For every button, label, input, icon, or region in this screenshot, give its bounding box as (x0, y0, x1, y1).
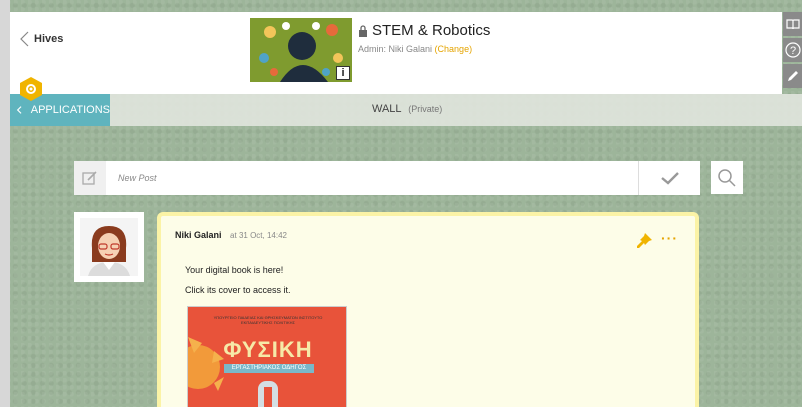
compose-icon (82, 171, 97, 185)
hive-title-text: STEM & Robotics (372, 22, 491, 39)
wall-label-text: WALL (372, 103, 402, 115)
post-author-name[interactable]: Niki Galani (175, 230, 222, 240)
wall-post-card: Niki Galani at 31 Oct, 14:42 ··· Your di… (157, 212, 699, 407)
checkmark-icon (660, 172, 679, 185)
post-text-line: Your digital book is here! (185, 265, 284, 275)
lock-icon (359, 24, 367, 37)
book-subtitle: ΕΡΓΑΣΤΗΡΙΑΚΟΣ ΟΔΗΓΟΣ (224, 364, 314, 373)
hive-header: Hives i STEM & Robotics Admin: Niki Gala… (10, 12, 782, 94)
help-icon: ? (784, 42, 801, 58)
book-title: ΦΥΣΙΚΗ (223, 337, 313, 362)
submit-post-button[interactable] (638, 161, 700, 195)
book-cover-link[interactable]: ΥΠΟΥΡΓΕΙΟ ΠΑΙΔΕΙΑΣ ΚΑΙ ΘΡΗΣΚΕΥΜΑΤΩΝ ΙΝΣΤ… (187, 306, 347, 407)
post-date: at 31 Oct, 14:42 (230, 231, 287, 240)
applications-label: APPLICATIONS (30, 104, 110, 116)
chevron-left-icon (16, 106, 22, 114)
chevron-left-icon (20, 31, 29, 47)
gear-icon[interactable] (18, 76, 44, 102)
hives-back-label: Hives (34, 33, 64, 45)
post-author: Niki Galani at 31 Oct, 14:42 (175, 230, 287, 240)
pin-icon[interactable] (635, 232, 653, 250)
edit-tool-button[interactable] (783, 64, 802, 88)
search-icon (718, 168, 736, 187)
book-tool-button[interactable] (783, 12, 802, 36)
left-edge-bar (0, 0, 10, 407)
svg-text:?: ? (789, 45, 795, 57)
search-button[interactable] (711, 161, 743, 194)
hive-cover-image[interactable]: i (250, 18, 352, 82)
avatar-illustration (80, 218, 138, 276)
wall-privacy-label: (Private) (408, 104, 443, 114)
wall-title: WALL (Private) (372, 103, 442, 115)
admin-line: Admin: Niki Galani (Change) (358, 44, 472, 54)
post-text-line: Click its cover to access it. (185, 285, 291, 295)
side-toolbar: ? (783, 12, 802, 92)
new-post-input[interactable]: New Post (118, 173, 638, 183)
pencil-icon (787, 71, 798, 81)
more-options-icon[interactable]: ··· (661, 230, 678, 246)
info-icon[interactable]: i (336, 66, 350, 80)
change-admin-link[interactable]: (Change) (435, 44, 473, 54)
new-post-composer: New Post (74, 161, 700, 195)
hive-title: STEM & Robotics (358, 22, 490, 39)
avatar[interactable] (74, 212, 144, 282)
compose-icon-box[interactable] (74, 161, 106, 195)
hives-back-button[interactable]: Hives (18, 30, 63, 48)
admin-text: Admin: Niki Galani (358, 44, 433, 54)
book-icon (785, 19, 800, 30)
help-tool-button[interactable]: ? (783, 38, 802, 62)
